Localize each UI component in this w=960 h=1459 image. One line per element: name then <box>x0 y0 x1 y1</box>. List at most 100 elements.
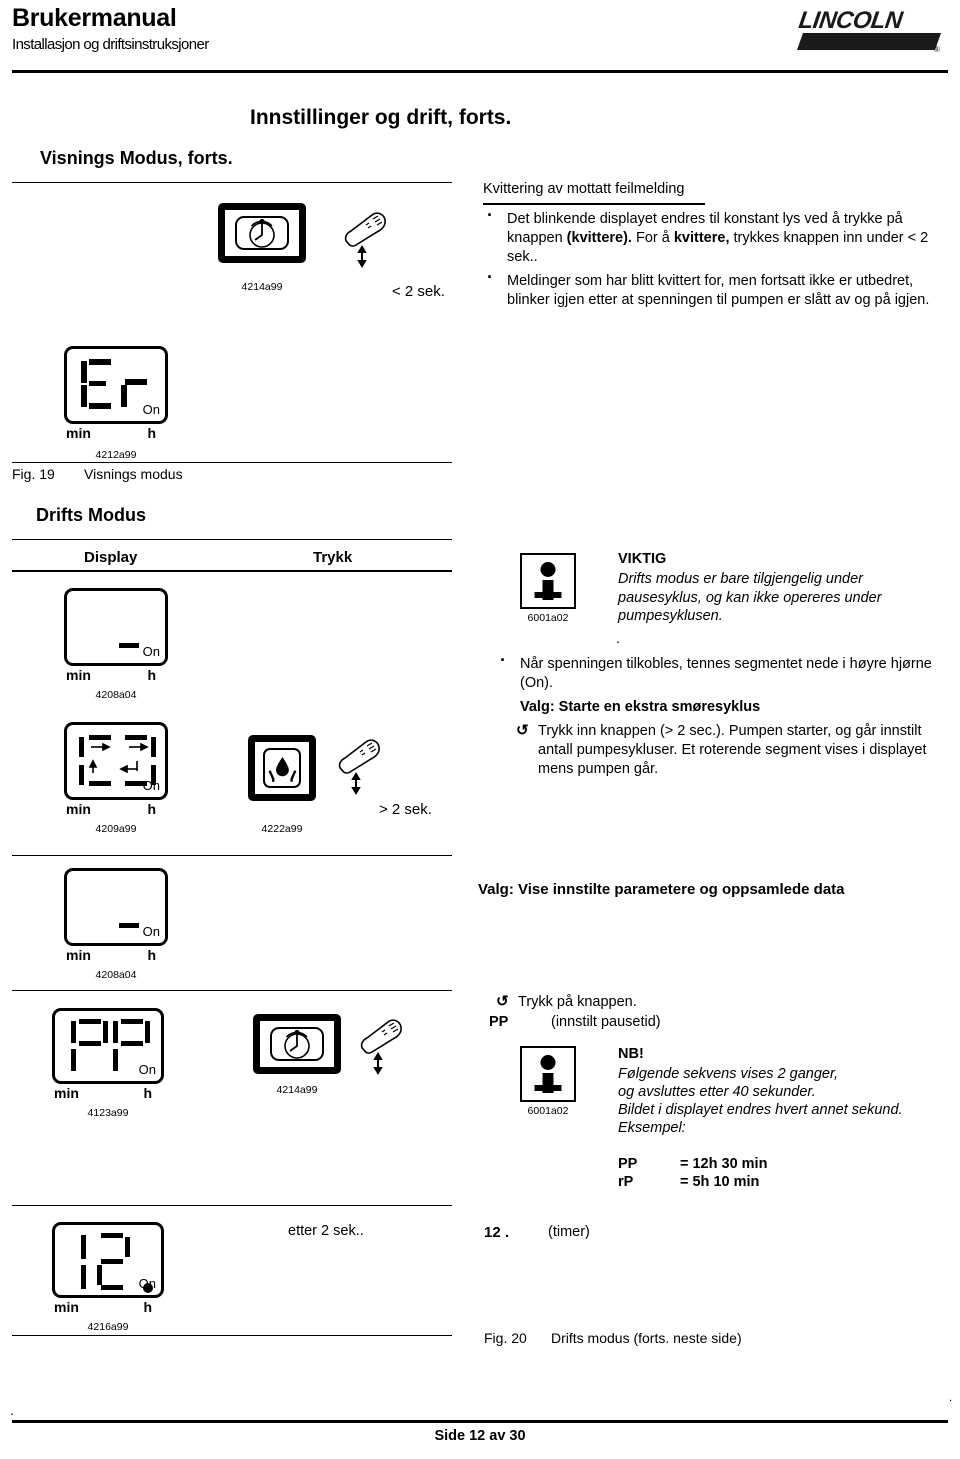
clock-button-figure-2: 4214a99 <box>253 1014 341 1096</box>
kvittering-bullet-list: Det blinkende displayet endres til konst… <box>483 206 953 315</box>
lcd-min-label: min <box>54 1085 79 1101</box>
lcd-min-label: min <box>66 801 91 817</box>
lcd-fig-code: 4208a04 <box>95 689 137 701</box>
drop-button-fig-code: 4222a99 <box>261 823 303 835</box>
timer-value: 12 . <box>484 1224 510 1241</box>
lcd-min-label: min <box>66 425 91 441</box>
valg-ekstra-smoresyklus: Valg: Starte en ekstra smøresyklus <box>520 699 761 715</box>
lcd-unit-labels: min h <box>64 947 168 965</box>
trykk-paa-knappen-instruction: Trykk på knappen. <box>496 993 896 1012</box>
lcd-panel: On <box>64 346 168 424</box>
nb-line-2: og avsluttes etter 40 sekunder. <box>618 1084 816 1100</box>
lcd-panel: On <box>52 1222 164 1298</box>
lcd-min-label: min <box>66 947 91 963</box>
example-key-1: PP <box>618 1156 638 1172</box>
info-fig-code: 6001a02 <box>527 1105 569 1117</box>
finger-press-icon <box>352 1012 408 1081</box>
example-key-2: rP <box>618 1174 634 1190</box>
info-icon-viktig: 6001a02 <box>520 553 576 624</box>
lcd-min-label: min <box>66 667 91 683</box>
press-duration-greater-2sek: > 2 sek. <box>379 801 432 818</box>
valg-vise-parametere: Valg: Vise innstilte parametere og oppsa… <box>478 881 845 898</box>
list-item: Meldinger som har blitt kvittert for, me… <box>483 268 953 310</box>
lcd-h-label: h <box>143 1299 152 1315</box>
column-header-display: Display <box>84 549 138 566</box>
timer-row-divider <box>12 1205 452 1206</box>
drop-button-figure: 4222a99 <box>248 735 316 835</box>
fig20-caption: Drifts modus (forts. neste side) <box>551 1330 742 1346</box>
lcd-display-pp: On min h 4123a99 <box>52 1008 164 1119</box>
list-item: Trykk på knappen. <box>496 993 896 1012</box>
finger-press-icon <box>330 732 386 801</box>
info-dot <box>540 1055 556 1070</box>
viktig-title: VIKTIG <box>618 551 667 567</box>
pp-label: PP <box>489 1014 509 1030</box>
lcd-on-label: On <box>138 1062 156 1077</box>
lcd-h-label: h <box>143 1085 152 1101</box>
viktig-trailing-dot: . <box>616 630 620 646</box>
section-heading-visnings-modus: Visnings Modus, forts. <box>40 148 233 168</box>
clock-button-inner <box>235 215 289 251</box>
page-number: Side 12 av 30 <box>434 1428 526 1444</box>
clock-button-icon <box>253 1014 341 1074</box>
lcd-h-label: h <box>147 667 156 683</box>
lcd-panel: On <box>64 868 168 946</box>
fig19-label: Fig. 19 <box>12 466 55 482</box>
header-divider <box>12 70 948 73</box>
fig20-divider <box>12 1335 452 1336</box>
timer-unit: (timer) <box>548 1224 590 1240</box>
viktig-body: Drifts modus er bare tilgjengelig under … <box>618 571 882 624</box>
drop-icon <box>268 756 296 782</box>
info-icon-nb: 6001a02 <box>520 1046 576 1117</box>
footer-dot-left: . <box>10 1402 14 1418</box>
lcd-panel: On <box>64 588 168 666</box>
manual-title: Brukermanual <box>12 4 177 32</box>
bullet-text-part2: For å <box>631 230 674 246</box>
clock-icon <box>249 218 275 248</box>
trykk-inn-knappen-instruction: Trykk inn knappen (> 2 sec.). Pumpen sta… <box>516 722 946 779</box>
info-dot <box>540 562 556 577</box>
clock-button-inner <box>270 1026 324 1062</box>
fig19-divider <box>12 462 452 463</box>
info-fig-code: 6001a02 <box>527 612 569 624</box>
svg-text:®: ® <box>934 45 940 54</box>
drop-button-inner <box>262 748 302 788</box>
etter-2-sek-label: etter 2 sek.. <box>288 1223 364 1239</box>
bullet-spenning: Når spenningen tilkobles, tennes segment… <box>496 651 936 698</box>
lcd-panel: On <box>52 1008 164 1084</box>
bullet-text-part1: Meldinger som har blitt kvittert for, me… <box>507 273 930 308</box>
pp-description: (innstilt pausetid) <box>551 1014 661 1030</box>
clock-button-figure: 4214a99 <box>218 203 306 293</box>
kvittering-divider <box>483 203 705 205</box>
lcd-unit-labels: min h <box>64 667 168 685</box>
lcd-min-label: min <box>54 1299 79 1315</box>
lcd-fig-code: 4216a99 <box>87 1321 129 1333</box>
lcd-display-rotating-segment: On min h 4209a99 <box>64 722 168 835</box>
lcd-display-visnings: On min h 4212a99 <box>64 346 168 461</box>
lcd-on-label: On <box>142 644 160 659</box>
lcd-unit-labels: min h <box>52 1085 164 1103</box>
visnings-divider <box>12 182 452 183</box>
bullet-spenning-text: Når spenningen tilkobles, tennes segment… <box>520 656 932 691</box>
list-item: Når spenningen tilkobles, tennes segment… <box>496 651 936 693</box>
clock-button-fig-code: 4214a99 <box>276 1084 318 1096</box>
lcd-display-timer: On min h 4216a99 <box>52 1222 164 1333</box>
lcd-unit-labels: min h <box>64 425 168 443</box>
footer-divider <box>12 1420 948 1423</box>
clock-button-fig-code: 4214a99 <box>241 281 283 293</box>
kvittering-heading: Kvittering av mottatt feilmelding <box>483 181 685 197</box>
nb-line-1: Følgende sekvens vises 2 ganger, <box>618 1066 839 1082</box>
lcd-display-drifts-on: On min h 4208a04 <box>64 588 168 701</box>
lcd-h-label: h <box>147 425 156 441</box>
lcd-panel: On <box>64 722 168 800</box>
info-icon <box>520 553 576 609</box>
lcd-display-param-on: On min h 4208a04 <box>64 868 168 981</box>
nb-line-3: Bildet i displayet endres hvert annet se… <box>618 1102 903 1118</box>
column-header-trykk: Trykk <box>313 549 353 566</box>
lubrication-drop-button-icon <box>248 735 316 801</box>
drifts-table-header-divider <box>12 570 452 572</box>
lcd-fig-code: 4208a04 <box>95 969 137 981</box>
bullet-text-bold1: (kvittere). <box>566 230 632 246</box>
fig20-label: Fig. 20 <box>484 1330 527 1346</box>
lincoln-logo: LINCOLN ® <box>795 6 943 54</box>
